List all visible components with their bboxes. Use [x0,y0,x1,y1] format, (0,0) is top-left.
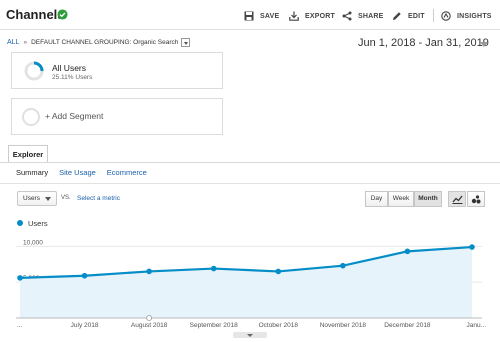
motion-chart-toggle[interactable] [467,191,485,207]
users-line-chart: 10,0005,000...July 2018August 2018Septem… [16,239,486,338]
line-chart-icon [452,195,463,204]
legend-users-marker [17,220,23,226]
breadcrumb-separator: » [23,38,28,46]
breadcrumb-all-link[interactable]: ALL [7,39,19,46]
segment-name: All Users [52,63,87,73]
data-point [210,265,217,272]
page-title: Channels [6,7,65,22]
subtab-ecommerce[interactable]: Ecommerce [107,168,147,180]
insights-button[interactable]: INSIGHTS [441,10,492,22]
subtab-divider [0,183,500,184]
x-tick-label: ... [17,322,23,329]
add-segment-label: + Add Segment [45,111,104,121]
series-area [20,247,472,318]
x-tick-label: December 2018 [384,322,431,329]
toolbar-divider [433,9,434,22]
metric-select[interactable]: Users [17,191,57,206]
x-tick-label: October 2018 [259,322,299,329]
x-tick-label: November 2018 [320,322,367,329]
share-label: SHARE [358,12,384,20]
subtab-site-usage[interactable]: Site Usage [59,168,96,180]
insights-label: INSIGHTS [457,12,492,20]
bubble-chart-icon [471,195,481,204]
subtab-summary[interactable]: Summary [16,168,48,180]
share-icon [342,11,352,21]
data-point [340,262,346,269]
data-point [146,268,152,275]
empty-segment-ring-icon [22,108,40,126]
edit-button[interactable]: EDIT [392,10,425,22]
grouping-dropdown-icon[interactable] [181,37,191,47]
export-button[interactable]: EXPORT [289,10,335,22]
legend-users-label: Users [28,219,48,228]
x-tick-label: July 2018 [71,322,99,329]
data-point [81,272,88,279]
data-point [404,248,411,255]
date-range-caret-icon[interactable] [480,42,488,47]
x-tick-label: Janu... [466,322,486,329]
period-week-button[interactable]: Week [388,191,414,207]
report-header: Channels SAVE EXPORT SHARE EDIT INSIGHTS [0,0,500,30]
add-segment-card[interactable]: + Add Segment [11,98,223,135]
segment-percent: 25.11% Users [52,74,93,81]
subtab-bar: Summary Site Usage Ecommerce [16,168,158,180]
data-point [17,275,23,281]
segment-all-users[interactable]: All Users 25.11% Users [11,52,223,89]
share-button[interactable]: SHARE [342,10,384,22]
y-tick-label: 10,000 [23,239,43,246]
vs-label: VS. [61,195,71,201]
data-point [275,268,282,275]
edit-label: EDIT [408,12,425,20]
breadcrumb: ALL » DEFAULT CHANNEL GROUPING: Organic … [7,36,191,48]
save-button[interactable]: SAVE [244,10,279,22]
x-tick-label: September 2018 [190,322,238,329]
tab-explorer[interactable]: Explorer [8,145,48,163]
export-icon [289,11,299,21]
line-chart-toggle[interactable] [448,191,466,207]
segment-ring-icon [24,61,44,81]
data-point [469,244,475,250]
period-day-button[interactable]: Day [365,191,388,207]
pencil-icon [393,12,401,20]
save-icon [244,11,254,21]
insights-icon [441,11,451,21]
period-month-button[interactable]: Month [414,191,442,207]
save-label: SAVE [260,12,280,20]
tab-divider [0,162,500,163]
x-tick-label: August 2018 [131,322,168,329]
date-range-picker[interactable]: Jun 1, 2018 - Jan 31, 2019 [358,37,489,49]
breadcrumb-grouping: DEFAULT CHANNEL GROUPING: Organic Search [31,38,179,46]
export-label: EXPORT [305,12,335,20]
select-metric-link[interactable]: Select a metric [77,195,120,202]
annotation-handle-icon [146,315,153,321]
verified-check-icon [57,9,68,20]
